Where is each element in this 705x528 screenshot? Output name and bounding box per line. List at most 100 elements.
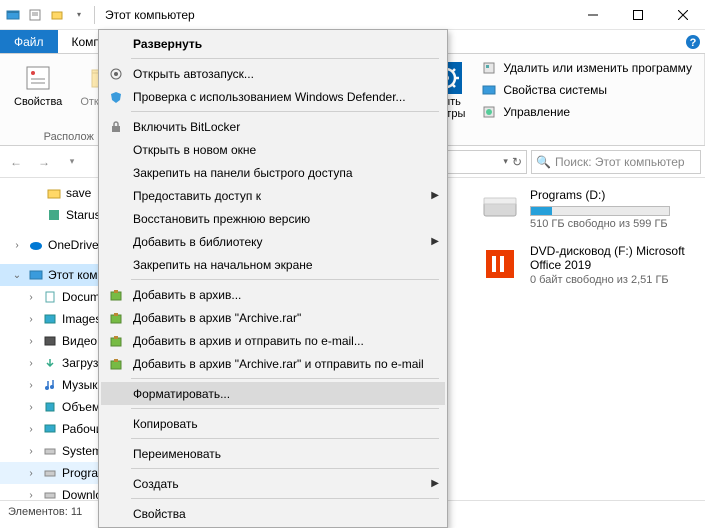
ctx-newwindow[interactable]: Открыть в новом окне: [101, 138, 445, 161]
ctx-grant-access[interactable]: Предоставить доступ к▶: [101, 184, 445, 207]
qat-properties-icon[interactable]: [26, 6, 44, 24]
chevron-right-icon[interactable]: ›: [24, 490, 38, 501]
qat-dropdown-icon[interactable]: ▾: [70, 6, 88, 24]
drive-subtext: 510 ГБ свободно из 599 ГБ: [530, 218, 670, 230]
chevron-right-icon[interactable]: ›: [24, 358, 38, 369]
sidebar-label: save: [66, 186, 91, 200]
ctx-format[interactable]: Форматировать...: [101, 382, 445, 405]
help-button[interactable]: ?: [681, 30, 705, 53]
drive-usage-bar: [530, 206, 670, 216]
winrar-icon: [107, 286, 125, 304]
music-icon: [42, 377, 58, 393]
search-placeholder: Поиск: Этот компьютер: [555, 155, 685, 169]
drive-item-programs[interactable]: Programs (D:) 510 ГБ свободно из 599 ГБ: [480, 188, 695, 230]
lock-icon: [107, 118, 125, 136]
chevron-right-icon[interactable]: ›: [10, 240, 24, 251]
ctx-create[interactable]: Создать▶: [101, 472, 445, 495]
ctx-add-archive[interactable]: Добавить в архив...: [101, 283, 445, 306]
uninstall-icon: [481, 60, 497, 76]
search-icon: 🔍: [536, 155, 551, 169]
winrar-icon: [107, 309, 125, 327]
documents-icon: [42, 289, 58, 305]
chevron-right-icon[interactable]: ›: [24, 314, 38, 325]
titlebar: ▾ Этот компьютер: [0, 0, 705, 30]
cloud-icon: [28, 237, 44, 253]
winrar-icon: [107, 332, 125, 350]
sidebar-label: Видео: [62, 334, 97, 348]
manage-label: Управление: [503, 105, 570, 119]
folder-icon: [46, 185, 62, 201]
ctx-pin-start[interactable]: Закрепить на начальном экране: [101, 253, 445, 276]
chevron-right-icon[interactable]: ›: [24, 292, 38, 303]
winrar-icon: [107, 355, 125, 373]
ctx-add-archive-rar[interactable]: Добавить в архив "Archive.rar": [101, 306, 445, 329]
ctx-defender[interactable]: Проверка с использованием Windows Defend…: [101, 85, 445, 108]
drive-name: DVD-дисковод (F:) Microsoft Office 2019: [530, 244, 695, 272]
images-icon: [42, 311, 58, 327]
properties-button[interactable]: Свойства: [8, 58, 68, 129]
qat-new-folder-icon[interactable]: [48, 6, 66, 24]
app-icon: [4, 6, 22, 24]
ctx-restore[interactable]: Восстановить прежнюю версию: [101, 207, 445, 230]
drive-name: Programs (D:): [530, 188, 670, 202]
properties-label: Свойства: [14, 96, 62, 108]
system-props-button[interactable]: Свойства системы: [477, 80, 696, 100]
chevron-right-icon[interactable]: ›: [24, 402, 38, 413]
drive-icon: [42, 465, 58, 481]
status-elements: Элементов: 11: [8, 506, 82, 518]
drive-item-dvd[interactable]: DVD-дисковод (F:) Microsoft Office 2019 …: [480, 244, 695, 286]
drive-icon: [42, 487, 58, 500]
context-menu: Развернуть Открыть автозапуск... Проверк…: [98, 29, 448, 528]
sidebar-label: Images: [62, 312, 101, 326]
window-title: Этот компьютер: [97, 8, 570, 22]
downloads-icon: [42, 355, 58, 371]
ctx-add-send-email[interactable]: Добавить в архив и отправить по e-mail..…: [101, 329, 445, 352]
shield-icon: [107, 88, 125, 106]
nav-back-button[interactable]: ←: [4, 150, 28, 174]
chevron-right-icon: ▶: [431, 236, 439, 247]
system-props-icon: [481, 82, 497, 98]
properties-icon: [22, 62, 54, 94]
computer-icon: [28, 267, 44, 283]
ctx-copy[interactable]: Копировать: [101, 412, 445, 435]
manage-icon: [481, 104, 497, 120]
chevron-right-icon: ▶: [431, 478, 439, 489]
close-button[interactable]: [660, 0, 705, 30]
app-icon: [46, 207, 62, 223]
gear-icon: [107, 65, 125, 83]
chevron-right-icon[interactable]: ›: [24, 336, 38, 347]
system-props-label: Свойства системы: [503, 83, 607, 97]
drive-icon: [42, 443, 58, 459]
search-input[interactable]: 🔍 Поиск: Этот компьютер: [531, 150, 701, 174]
drive-icon: [480, 188, 520, 228]
nav-recent-button[interactable]: ▾: [60, 150, 84, 174]
ctx-autorun[interactable]: Открыть автозапуск...: [101, 62, 445, 85]
ctx-bitlocker[interactable]: Включить BitLocker: [101, 115, 445, 138]
chevron-right-icon[interactable]: ›: [24, 380, 38, 391]
manage-button[interactable]: Управление: [477, 102, 696, 122]
uninstall-label: Удалить или изменить программу: [503, 61, 692, 75]
drive-subtext: 0 байт свободно из 2,51 ГБ: [530, 274, 695, 286]
maximize-button[interactable]: [615, 0, 660, 30]
chevron-right-icon[interactable]: ›: [24, 424, 38, 435]
desktop-icon: [42, 421, 58, 437]
chevron-down-icon[interactable]: ⌄: [10, 270, 24, 281]
tab-file[interactable]: Файл: [0, 30, 58, 53]
chevron-right-icon[interactable]: ›: [24, 446, 38, 457]
refresh-icon[interactable]: ↻: [512, 155, 522, 169]
ctx-expand[interactable]: Развернуть: [101, 32, 445, 55]
svg-text:?: ?: [690, 37, 697, 49]
chevron-right-icon[interactable]: ›: [24, 468, 38, 479]
chevron-down-icon[interactable]: ▾: [503, 156, 508, 167]
uninstall-button[interactable]: Удалить или изменить программу: [477, 58, 696, 78]
ctx-pin-quick[interactable]: Закрепить на панели быстрого доступа: [101, 161, 445, 184]
chevron-right-icon: ▶: [431, 190, 439, 201]
office-icon: [480, 244, 520, 284]
minimize-button[interactable]: [570, 0, 615, 30]
sidebar-label: OneDrive: [48, 238, 99, 252]
ctx-rename[interactable]: Переименовать: [101, 442, 445, 465]
nav-forward-button[interactable]: →: [32, 150, 56, 174]
ctx-add-library[interactable]: Добавить в библиотеку▶: [101, 230, 445, 253]
ctx-add-rar-email[interactable]: Добавить в архив "Archive.rar" и отправи…: [101, 352, 445, 375]
video-icon: [42, 333, 58, 349]
